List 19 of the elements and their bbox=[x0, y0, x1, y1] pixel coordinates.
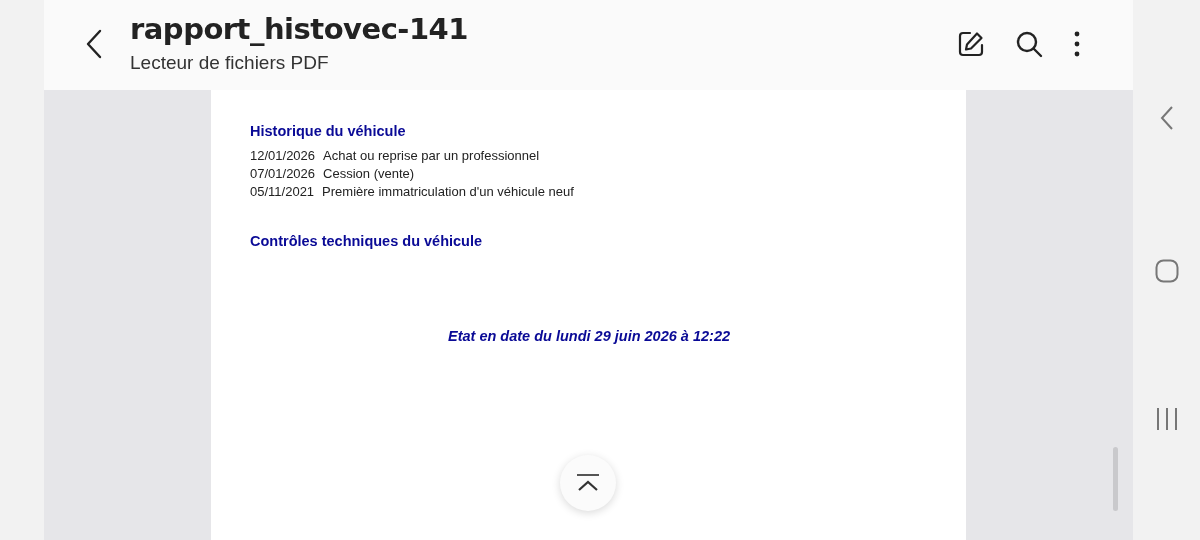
file-title: rapport_histovec-141 bbox=[130, 12, 469, 46]
more-icon[interactable] bbox=[1073, 31, 1081, 57]
section-heading: Historique du véhicule bbox=[250, 123, 407, 139]
event-date: 05/11/2021 bbox=[250, 184, 315, 199]
home-icon[interactable] bbox=[1154, 259, 1179, 283]
recent-apps-icon[interactable] bbox=[1155, 407, 1178, 431]
scrollbar[interactable] bbox=[1113, 447, 1118, 511]
scroll-top-icon bbox=[575, 473, 601, 493]
report-date: Etat en date du lundi 29 juin 2026 à 12:22 bbox=[447, 328, 730, 344]
event-description: Cession (vente) bbox=[323, 166, 415, 181]
back-icon[interactable] bbox=[84, 29, 104, 59]
edit-icon[interactable] bbox=[957, 30, 985, 58]
event-description: Achat ou reprise par un professionnel bbox=[323, 148, 540, 163]
app-subtitle: Lecteur de fichiers PDF bbox=[130, 52, 330, 74]
event-description: Première immatriculation d'un véhicule neuf bbox=[322, 184, 574, 199]
event-date: 12/01/2026 bbox=[250, 148, 316, 163]
event-date: 07/01/2026 bbox=[250, 166, 316, 181]
search-icon[interactable] bbox=[1015, 30, 1043, 58]
section-heading: Contrôles techniques du véhicule bbox=[250, 233, 484, 249]
